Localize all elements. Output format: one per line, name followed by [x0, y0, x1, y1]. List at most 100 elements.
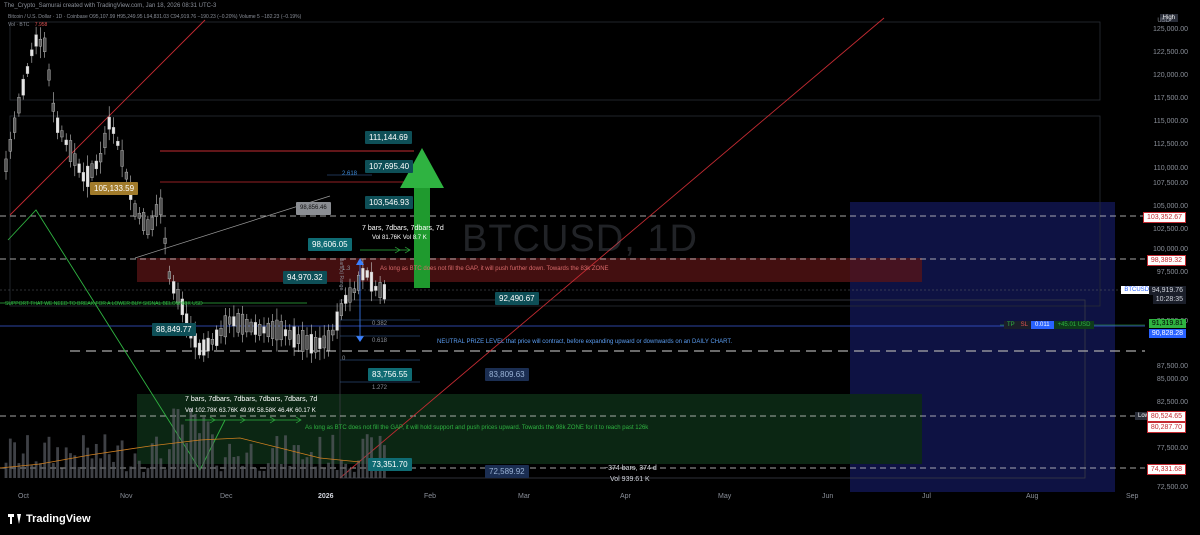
trade-qty: 0.011	[1031, 321, 1054, 329]
volume-bar	[292, 445, 296, 478]
candle-body	[314, 337, 318, 353]
volume-bar	[327, 462, 330, 478]
tradingview-wordmark: TradingView	[26, 513, 91, 525]
volume-bar	[301, 459, 305, 478]
volume-bar	[232, 456, 236, 478]
price-tick: 82,500.00	[1156, 399, 1188, 406]
candle-body	[318, 337, 322, 349]
candle-body	[227, 316, 232, 325]
volume-bar	[69, 453, 72, 478]
volume-bar	[125, 471, 128, 478]
label-72k: 72,589.92	[485, 465, 529, 478]
volume-bar	[103, 434, 107, 478]
price-tick: 72,500.00	[1156, 484, 1188, 491]
range-vertical-label: Bars(s) Range	[338, 258, 344, 291]
candle-body	[206, 337, 210, 352]
price-tick: 125,000.00	[1152, 26, 1188, 33]
candle-body	[120, 150, 124, 167]
candle-body	[81, 172, 85, 182]
volume-bar	[17, 463, 21, 478]
tradingview-icon	[8, 514, 22, 524]
price-tick: 117,500.00	[1153, 95, 1188, 102]
tag-80k-a: 80,524.65	[1146, 411, 1186, 422]
candle-body	[73, 153, 77, 166]
volume-bar	[189, 407, 193, 478]
candle-body	[262, 326, 266, 334]
price-tick: 77,500.00	[1156, 445, 1188, 452]
volume-bar	[245, 452, 249, 478]
volume-bar	[107, 454, 111, 478]
tp-button[interactable]: TP	[1004, 321, 1018, 329]
candle-body	[86, 165, 90, 187]
volume-bar	[271, 448, 274, 478]
volume-bar	[26, 435, 29, 478]
candle-body	[245, 319, 249, 333]
time-tick: Aug	[1026, 493, 1039, 500]
volume-legend: Vol · BTC 7.958	[8, 22, 47, 28]
volume-bar	[168, 449, 171, 478]
trade-pill[interactable]: TP SL 0.011 +45.01 USD	[1004, 321, 1095, 329]
tradingview-logo[interactable]: TradingView	[8, 513, 91, 525]
price-tick: 97,500.00	[1156, 269, 1188, 276]
time-tick: Jul	[922, 493, 931, 500]
volume-bar	[112, 461, 115, 478]
candle-body	[56, 117, 60, 133]
volume-bar	[357, 460, 360, 478]
candle-body	[51, 102, 55, 112]
candle-body	[352, 288, 356, 293]
candle-body	[361, 268, 365, 281]
currency-label: USD	[1157, 18, 1170, 24]
candle-body	[133, 203, 137, 217]
candle-body	[292, 326, 296, 348]
candle-body	[219, 327, 223, 337]
trade-pnl: +45.01 USD	[1053, 321, 1095, 329]
fib-1272: 1.272	[372, 385, 388, 391]
label-73k: 73,351.70	[368, 458, 412, 471]
candle-body	[34, 34, 38, 47]
volume-bar	[163, 469, 167, 478]
vol-count-bottom: Vol 102.78K 63.76K 49.9K 58.58K 46.4K 60…	[185, 408, 316, 414]
volume-bar	[146, 467, 150, 478]
candle-body	[47, 69, 51, 81]
time-tick: Dec	[220, 493, 233, 500]
volume-bar	[159, 458, 163, 478]
candle-body	[43, 37, 47, 52]
candle-body	[38, 38, 42, 47]
sl-button[interactable]: SL	[1017, 321, 1032, 329]
label-94k: 94,970.32	[283, 271, 327, 284]
volume-bar	[86, 447, 90, 478]
volume-bar	[150, 443, 154, 478]
volume-bar	[39, 463, 42, 478]
volume-bar	[378, 435, 382, 478]
candle-body	[12, 117, 17, 133]
volume-bar	[228, 443, 231, 478]
tag-80k-b: 80,287.70	[1146, 422, 1186, 433]
bars-count-bottom: 7 bars, 7dbars, 7dbars, 7dbars, 7dbars, …	[185, 396, 318, 403]
candle-body	[296, 334, 300, 344]
tag-74k: 74,331.68	[1146, 464, 1186, 475]
label-88k: 88,849.77	[152, 323, 196, 336]
candle-body	[279, 321, 283, 341]
volume-bar	[202, 417, 206, 478]
volume-bar	[56, 447, 59, 478]
volume-bar	[331, 434, 335, 478]
price-tick: 112,500.00	[1153, 141, 1188, 148]
candle-body	[137, 212, 141, 219]
candle-body	[154, 204, 159, 217]
candle-body	[344, 294, 348, 304]
volume-bar	[4, 462, 8, 478]
volume-bar	[211, 434, 214, 478]
price-tick: 110,000.00	[1153, 165, 1188, 172]
volume-bar	[193, 413, 197, 478]
time-tick: May	[718, 493, 732, 500]
time-tick: Feb	[424, 493, 437, 500]
volume-bar	[322, 468, 326, 478]
volume-bar	[47, 436, 51, 478]
label-105k: 105,133.59	[90, 182, 139, 195]
candle-body	[382, 284, 386, 300]
time-tick: Jun	[822, 493, 834, 500]
candle-body	[141, 212, 146, 231]
candle-body	[4, 158, 8, 172]
candle-body	[202, 339, 206, 356]
symbol-watermark: BTCUSD, 1D	[462, 218, 698, 260]
